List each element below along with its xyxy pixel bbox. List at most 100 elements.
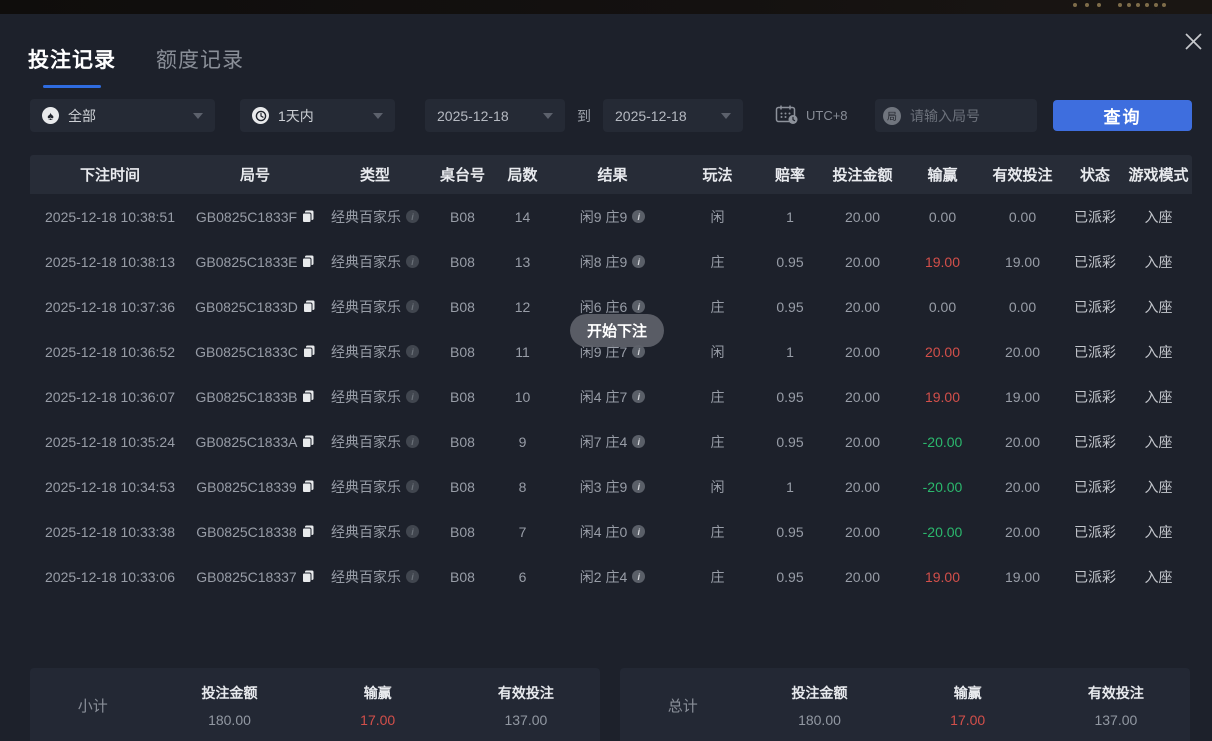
play-type-cell: 庄 (710, 388, 725, 405)
copy-icon[interactable] (301, 480, 314, 493)
odds-cell: 0.95 (776, 523, 804, 540)
game-type-value: 经典百家乐 (331, 388, 401, 405)
copy-icon[interactable] (302, 345, 315, 358)
game-mode-cell: 入座 (1144, 568, 1173, 585)
copy-icon[interactable] (301, 570, 314, 583)
table-row[interactable]: 2025-12-18 10:38:13 GB0825C1833E 经典百家乐 i… (30, 239, 1192, 284)
tab-betting-records[interactable]: 投注记录 (28, 44, 116, 88)
status-cell: 已派彩 (1074, 298, 1116, 315)
total-label: 总计 (667, 697, 698, 715)
round-search-field[interactable]: 局 (875, 99, 1037, 132)
valid-bet-value: 137.00 (1094, 711, 1138, 728)
time-range-select[interactable]: 1天内 (240, 99, 395, 132)
type-info-icon[interactable]: i (406, 525, 419, 538)
round-number-cell: 8 (518, 478, 527, 495)
game-type-cell: 经典百家乐 i (320, 522, 430, 542)
result-info-icon[interactable]: i (632, 390, 646, 403)
result-cell: 闲4 庄7 i (550, 387, 675, 407)
type-info-icon[interactable]: i (406, 480, 419, 493)
round-id-value: GB0825C18339 (196, 478, 297, 495)
table-number-cell: B08 (450, 568, 475, 585)
play-type-cell: 闲 (710, 208, 725, 225)
timezone-selector[interactable]: UTC+8 (775, 99, 848, 132)
round-number-cell: 13 (514, 253, 531, 270)
bet-time-cell: 2025-12-18 10:36:07 (45, 388, 175, 405)
game-mode-cell: 入座 (1144, 433, 1173, 450)
table-row[interactable]: 2025-12-18 10:33:06 GB0825C18337 经典百家乐 i… (30, 554, 1192, 599)
tab-label: 额度记录 (156, 49, 244, 72)
type-info-icon[interactable]: i (406, 255, 419, 268)
type-info-icon[interactable]: i (406, 210, 419, 223)
copy-icon[interactable] (302, 300, 315, 313)
round-number-icon: 局 (883, 106, 901, 125)
background-artifact-dots (1118, 3, 1122, 7)
table-number-cell: B08 (450, 388, 475, 405)
bet-amount-value: 180.00 (208, 711, 251, 728)
result-info-icon[interactable]: i (632, 210, 646, 223)
play-type-cell: 庄 (710, 298, 725, 315)
table-row[interactable]: 2025-12-18 10:36:07 GB0825C1833B 经典百家乐 i… (30, 374, 1192, 419)
timezone-value: UTC+8 (806, 108, 848, 123)
date-from-picker[interactable]: 2025-12-18 (425, 99, 565, 132)
copy-icon[interactable] (302, 390, 314, 403)
round-number-cell: 11 (515, 343, 530, 360)
close-icon[interactable] (1181, 29, 1205, 53)
result-info-icon[interactable]: i (632, 255, 646, 268)
game-type-select[interactable]: ♠ 全部 (30, 99, 215, 132)
bet-amount-header: 投注金额 (791, 684, 848, 701)
bet-amount-value: 180.00 (798, 711, 841, 728)
result-info-icon[interactable]: i (632, 480, 646, 493)
table-row[interactable]: 2025-12-18 10:35:24 GB0825C1833A 经典百家乐 i… (30, 419, 1192, 464)
status-cell: 已派彩 (1074, 208, 1116, 225)
total-panel: 总计 投注金额 180.00 输赢 17.00 有效投注 137.00 (620, 668, 1190, 741)
table-number-cell: B08 (450, 523, 475, 540)
result-info-icon[interactable]: i (632, 525, 646, 538)
date-to-picker[interactable]: 2025-12-18 (603, 99, 743, 132)
copy-icon[interactable] (302, 210, 314, 223)
bet-amount-cell: 20.00 (844, 388, 881, 405)
column-header: 下注时间 (79, 167, 140, 184)
valid-bet-cell: 19.00 (1004, 568, 1041, 585)
subtotal-panel: 小计 投注金额 180.00 输赢 17.00 有效投注 137.00 (30, 668, 600, 741)
table-row[interactable]: 2025-12-18 10:33:38 GB0825C18338 经典百家乐 i… (30, 509, 1192, 554)
game-type-value: 经典百家乐 (331, 568, 401, 585)
type-info-icon[interactable]: i (406, 570, 419, 583)
table-body: 2025-12-18 10:38:51 GB0825C1833F 经典百家乐 i… (30, 194, 1192, 599)
type-info-icon[interactable]: i (406, 345, 419, 358)
result-value: 闲2 庄4 (579, 568, 628, 585)
win-loss-header: 输赢 (363, 684, 392, 701)
chevron-down-icon (721, 112, 731, 119)
column-header: 投注金额 (832, 167, 893, 184)
active-tab-underline (43, 85, 101, 88)
start-betting-toast: 开始下注 (570, 314, 665, 347)
calendar-clock-icon (775, 104, 799, 128)
round-search-input[interactable] (908, 106, 1029, 125)
game-type-value: 经典百家乐 (331, 298, 401, 315)
table-row[interactable]: 2025-12-18 10:38:51 GB0825C1833F 经典百家乐 i… (30, 194, 1192, 239)
valid-bet-cell: 20.00 (1004, 343, 1041, 360)
type-info-icon[interactable]: i (406, 300, 419, 313)
copy-icon[interactable] (302, 435, 314, 448)
type-info-icon[interactable]: i (406, 390, 419, 403)
result-cell: 闲8 庄9 i (550, 252, 675, 272)
win-loss-value: 17.00 (360, 711, 396, 728)
time-range-value: 1天内 (278, 107, 314, 124)
result-info-icon[interactable]: i (632, 300, 646, 313)
result-value: 闲9 庄9 (579, 208, 628, 225)
query-button[interactable]: 查询 (1053, 100, 1192, 131)
result-info-icon[interactable]: i (632, 570, 646, 583)
round-id-cell: GB0825C1833A (190, 434, 320, 450)
result-info-icon[interactable]: i (632, 435, 646, 448)
copy-icon[interactable] (302, 255, 314, 268)
type-info-icon[interactable]: i (406, 435, 419, 448)
table-number-cell: B08 (450, 298, 475, 315)
tab-quota-records[interactable]: 额度记录 (156, 44, 244, 74)
copy-icon[interactable] (301, 525, 314, 538)
subtotal-win-loss: 输赢 17.00 (304, 683, 452, 728)
column-header: 桌台号 (439, 167, 485, 184)
table-row[interactable]: 2025-12-18 10:34:53 GB0825C18339 经典百家乐 i… (30, 464, 1192, 509)
date-from-value: 2025-12-18 (437, 107, 509, 124)
game-mode-cell: 入座 (1144, 478, 1173, 495)
column-header: 结果 (597, 167, 628, 184)
game-type-value: 经典百家乐 (331, 253, 401, 270)
